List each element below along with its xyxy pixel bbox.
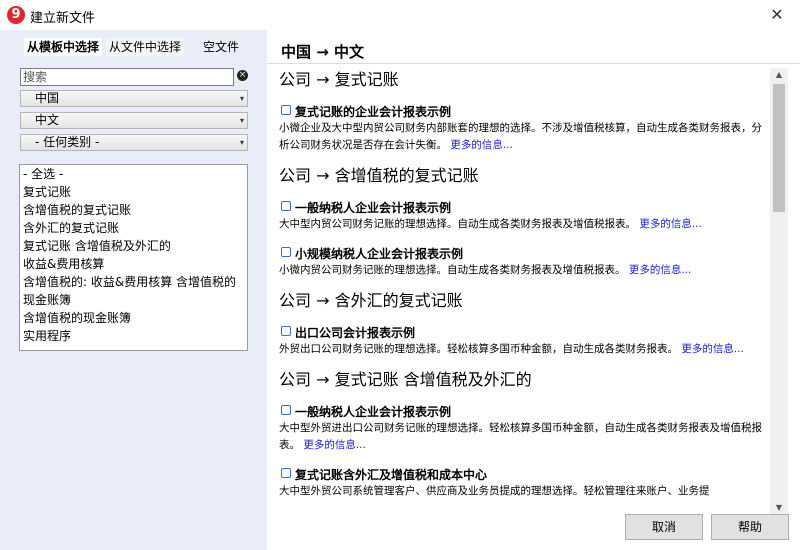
section-title: 公司 → 含外汇的复式记账: [279, 291, 463, 310]
section-title: 公司 → 复式记账: [279, 70, 399, 89]
section-title: 公司 → 含增值税的复式记账: [279, 166, 479, 185]
template-description: 小微内贸公司财务记账的理想选择。自动生成各类财务报表及增值税报表。 更多的信息.…: [279, 264, 692, 276]
template-entry[interactable]: 一般纳税人企业会计报表示例 大中型外贸进出口公司财务记账的理想选择。轻松核算多国…: [279, 403, 767, 454]
category-select[interactable]: - 任何类别 - ▾: [20, 134, 248, 151]
list-item[interactable]: 含增值税的现金账簿: [20, 309, 247, 327]
template-entry[interactable]: 复式记账的企业会计报表示例 小微企业及大中型内贸公司财务内部账套的理想的选择。不…: [279, 103, 767, 154]
list-item[interactable]: 收益&费用核算: [20, 255, 247, 273]
scrollbar-thumb[interactable]: [773, 84, 785, 212]
template-description: 大中型外贸进出口公司财务记账的理想选择。轻松核算多国币种金额，自动生成各类财务报…: [279, 422, 762, 451]
template-entry[interactable]: 小规模纳税人企业会计报表示例 小微内贸公司财务记账的理想选择。自动生成各类财务报…: [279, 245, 767, 279]
template-title[interactable]: 出口公司会计报表示例: [279, 324, 767, 341]
category-select-value: - 任何类别 -: [35, 135, 100, 149]
list-item[interactable]: 复式记账: [20, 183, 247, 201]
template-list-pane: 中国 → 中文 公司 → 复式记账 复式记账的企业会计报表示例 小微企业及大中型…: [267, 30, 800, 550]
title-bar: 9 建立新文件 ✕: [0, 0, 800, 30]
template-title[interactable]: 一般纳税人企业会计报表示例: [279, 199, 767, 216]
list-item[interactable]: 含增值税的: 收益&费用核算 含增值税的: [20, 273, 247, 291]
more-info-link[interactable]: 更多的信息...: [450, 139, 513, 151]
tab-from-template[interactable]: 从模板中选择: [24, 38, 103, 56]
country-select-value: 中国: [35, 91, 60, 105]
template-description: 小微企业及大中型内贸公司财务内部账套的理想的选择。不涉及增值税核算，自动生成各类…: [279, 122, 762, 151]
close-button[interactable]: ✕: [754, 0, 800, 30]
chevron-down-icon: ▾: [239, 116, 244, 125]
list-item[interactable]: 现金账簿: [20, 291, 247, 309]
language-select[interactable]: 中文 ▾: [20, 112, 248, 129]
template-description: 外贸出口公司财务记账的理想选择。轻松核算多国币种金额，自动生成各类财务报表。 更…: [279, 343, 744, 355]
link-icon: [281, 468, 291, 478]
scroll-up-icon[interactable]: ▲: [770, 68, 788, 82]
cancel-button[interactable]: 取消: [625, 514, 703, 540]
template-title[interactable]: 复式记账的企业会计报表示例: [279, 103, 767, 120]
chevron-down-icon: ▾: [239, 94, 244, 103]
more-info-link[interactable]: 更多的信息...: [303, 439, 366, 451]
template-entry[interactable]: 出口公司会计报表示例 外贸出口公司财务记账的理想选择。轻松核算多国币种金额，自动…: [279, 324, 767, 358]
link-icon: [281, 105, 291, 115]
template-list: 公司 → 复式记账 复式记账的企业会计报表示例 小微企业及大中型内贸公司财务内部…: [267, 64, 773, 512]
section-title: 公司 → 复式记账 含增值税及外汇的: [279, 370, 532, 389]
help-button[interactable]: 帮助: [711, 514, 789, 540]
tab-empty-file[interactable]: 空文件: [200, 38, 242, 56]
chevron-down-icon: ▾: [239, 138, 244, 147]
list-item[interactable]: 复式记账 含增值税及外汇的: [20, 237, 247, 255]
template-description: 大中型外贸公司系统管理客户、供应商及业务员提成的理想选择。轻松管理往来账户、业务…: [279, 485, 710, 497]
list-item[interactable]: 含外汇的复式记账: [20, 219, 247, 237]
template-title[interactable]: 小规模纳税人企业会计报表示例: [279, 245, 767, 262]
clear-search-icon[interactable]: ×: [237, 70, 248, 81]
list-item[interactable]: 含增值税的复式记账: [20, 201, 247, 219]
category-list: - 全选 - 复式记账 含增值税的复式记账 含外汇的复式记账 复式记账 含增值税…: [19, 164, 248, 351]
template-title[interactable]: 复式记账含外汇及增值税和成本中心: [279, 466, 767, 483]
link-icon: [281, 247, 291, 257]
list-item[interactable]: 实用程序: [20, 327, 247, 345]
template-entry[interactable]: 复式记账含外汇及增值税和成本中心 大中型外贸公司系统管理客户、供应商及业务员提成…: [279, 466, 767, 500]
more-info-link[interactable]: 更多的信息...: [681, 343, 744, 355]
language-select-value: 中文: [35, 113, 60, 127]
more-info-link[interactable]: 更多的信息...: [629, 264, 692, 276]
breadcrumb: 中国 → 中文: [281, 43, 365, 61]
link-icon: [281, 405, 291, 415]
search-input[interactable]: 搜索: [20, 68, 234, 86]
window-title: 建立新文件: [30, 11, 96, 26]
template-filter-pane: 从模板中选择 从文件中选择 空文件 搜索 × 中国 ▾ 中文 ▾ - 任何类别 …: [0, 30, 267, 550]
template-title[interactable]: 一般纳税人企业会计报表示例: [279, 403, 767, 420]
app-logo-icon: 9: [7, 6, 25, 24]
country-select[interactable]: 中国 ▾: [20, 90, 248, 107]
vertical-scrollbar[interactable]: ▲ ▼: [770, 68, 788, 515]
link-icon: [281, 326, 291, 336]
scroll-down-icon[interactable]: ▼: [770, 501, 788, 515]
source-tabs: 从模板中选择 从文件中选择 空文件: [20, 38, 250, 58]
list-item[interactable]: - 全选 -: [20, 165, 247, 183]
template-entry[interactable]: 一般纳税人企业会计报表示例 大中型内贸公司财务记账的理想选择。自动生成各类财务报…: [279, 199, 767, 233]
template-description: 大中型内贸公司财务记账的理想选择。自动生成各类财务报表及增值税报表。 更多的信息…: [279, 218, 702, 230]
more-info-link[interactable]: 更多的信息...: [639, 218, 702, 230]
link-icon: [281, 201, 291, 211]
tab-from-file[interactable]: 从文件中选择: [106, 38, 185, 56]
